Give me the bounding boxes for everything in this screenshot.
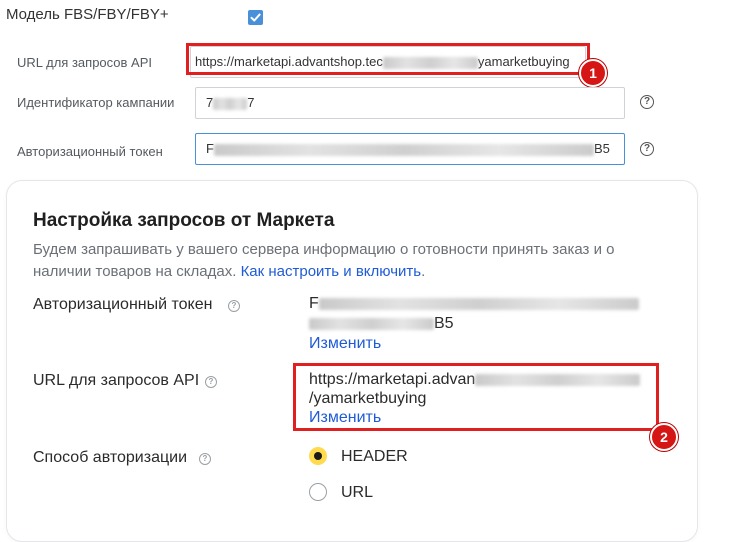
highlight-box-1	[186, 43, 590, 75]
card-token-line-1: F	[309, 294, 649, 314]
checkbox-checked-icon	[250, 13, 261, 22]
card-token-line-2: B5	[309, 314, 649, 334]
campaign-id-label: Идентификатор кампании	[17, 95, 175, 110]
card-token-value: F B5 Изменить	[309, 294, 649, 354]
redacted-block	[309, 317, 434, 330]
how-to-configure-link[interactable]: Как настроить и включить	[241, 263, 422, 280]
api-url-label: URL для запросов API	[17, 55, 152, 70]
campaign-id-input[interactable]: 77	[195, 87, 625, 119]
market-settings-title: Настройка запросов от Маркета	[33, 210, 335, 231]
redacted-block	[318, 297, 639, 310]
question-circle-icon[interactable]: ?	[199, 453, 211, 465]
annotation-marker-2: 2	[650, 423, 678, 451]
highlight-box-2	[293, 363, 659, 431]
auth-token-input[interactable]: F B5	[195, 133, 625, 165]
model-label: Модель FBS/FBY/FBY+	[6, 6, 169, 23]
auth-token-label: Авторизационный токен	[17, 144, 163, 159]
auth-token-value-end: B5	[593, 141, 610, 156]
question-circle-icon[interactable]: ?	[228, 300, 240, 312]
card-token-label: Авторизационный токен	[33, 296, 213, 313]
change-token-link[interactable]: Изменить	[309, 334, 649, 354]
description-suffix: .	[421, 263, 426, 280]
auth-token-value-start: F	[206, 141, 214, 156]
card-api-url-label: URL для запросов API	[33, 372, 200, 389]
redacted-block	[213, 97, 248, 110]
radio-header[interactable]	[309, 447, 327, 465]
auth-method-label: Способ авторизации	[33, 449, 188, 466]
model-row: Модель FBS/FBY/FBY+	[6, 6, 169, 24]
question-circle-icon[interactable]: ?	[205, 376, 217, 388]
redacted-block	[213, 143, 594, 156]
radio-url[interactable]	[309, 483, 327, 501]
market-settings-description: Будем запрашивать у вашего сервера инфор…	[33, 239, 673, 283]
campaign-id-value-start: 7	[206, 95, 214, 110]
question-circle-icon[interactable]: ?	[640, 95, 654, 109]
campaign-id-value-end: 7	[247, 95, 255, 110]
model-checkbox[interactable]	[248, 10, 263, 25]
annotation-marker-1: 1	[579, 59, 607, 87]
radio-header-label[interactable]: HEADER	[341, 448, 408, 466]
radio-url-label[interactable]: URL	[341, 484, 373, 502]
question-circle-icon[interactable]: ?	[640, 142, 654, 156]
